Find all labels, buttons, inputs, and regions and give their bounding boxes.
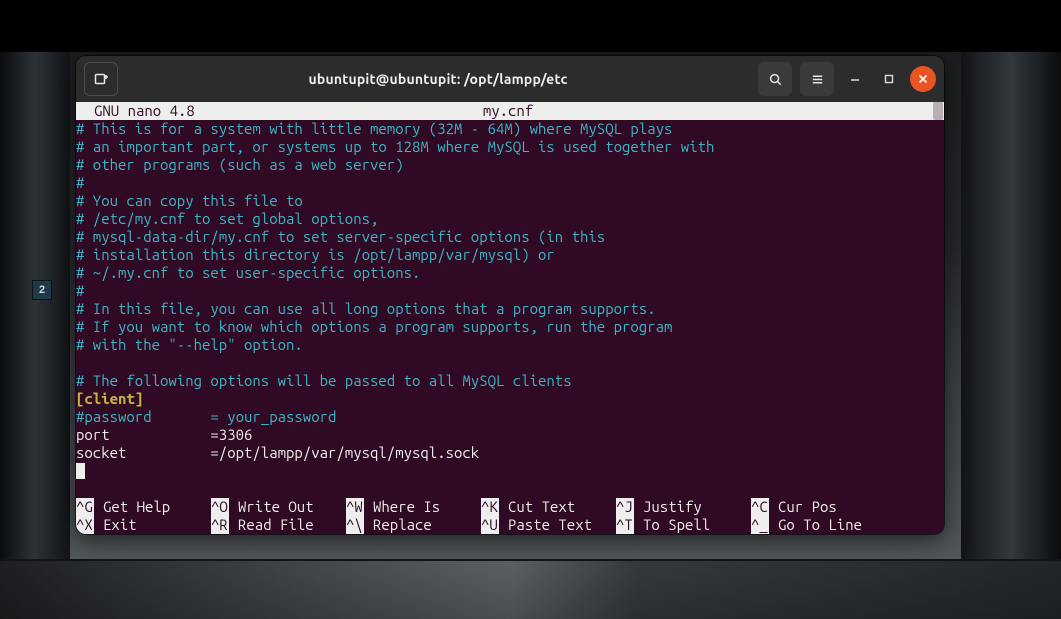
shortcut-to-spell[interactable]: ^TTo Spell [616, 516, 751, 534]
text-cursor [76, 463, 85, 479]
editor-line: port =3306 [76, 426, 944, 444]
shortcut-row: ^GGet Help ^OWrite Out ^WWhere Is ^KCut … [76, 498, 944, 516]
scrollbar[interactable] [933, 102, 943, 534]
wallpaper-pillar [0, 52, 70, 561]
wallpaper-sign: 2 [32, 280, 52, 300]
search-icon [768, 72, 783, 87]
window-title: ubuntupit@ubuntupit: /opt/lampp/etc [126, 71, 750, 87]
editor-line [76, 354, 944, 372]
titlebar: ubuntupit@ubuntupit: /opt/lampp/etc [76, 56, 944, 102]
terminal-body[interactable]: GNU nano 4.8 my.cnf # This is for a syste… [76, 102, 944, 534]
new-tab-button[interactable] [84, 62, 118, 96]
nano-shortcut-bar: ^GGet Help ^OWrite Out ^WWhere Is ^KCut … [76, 480, 944, 534]
search-button[interactable] [758, 62, 792, 96]
editor-line: # other programs (such as a web server) [76, 156, 944, 174]
nano-header: GNU nano 4.8 my.cnf [76, 102, 944, 120]
editor-line: # ~/.my.cnf to set user-specific options… [76, 264, 944, 282]
editor-line: # with the "--help" option. [76, 336, 944, 354]
minimize-button[interactable] [842, 66, 868, 92]
editor-line: #password = your_password [76, 408, 944, 426]
minimize-icon [850, 74, 860, 84]
maximize-icon [884, 74, 894, 84]
nano-filename: my.cnf [483, 102, 533, 120]
shortcut-read-file[interactable]: ^RRead File [211, 516, 346, 534]
editor-line: # If you want to know which options a pr… [76, 318, 944, 336]
editor-line: # mysql-data-dir/my.cnf to set server-sp… [76, 228, 944, 246]
menu-button[interactable] [800, 62, 834, 96]
wallpaper-pillar [961, 52, 1061, 561]
terminal-window: ubuntupit@ubuntupit: /opt/lampp/etc [76, 56, 944, 534]
editor-content[interactable]: # This is for a system with little memor… [76, 120, 944, 480]
editor-line: [client] [76, 390, 944, 408]
wallpaper-ledge [0, 559, 1061, 567]
shortcut-cur-pos[interactable]: ^CCur Pos [751, 498, 944, 516]
editor-line: # /etc/my.cnf to set global options, [76, 210, 944, 228]
shortcut-get-help[interactable]: ^GGet Help [76, 498, 211, 516]
new-tab-icon [93, 71, 109, 87]
hamburger-icon [810, 72, 825, 87]
shortcut-cut-text[interactable]: ^KCut Text [481, 498, 616, 516]
shortcut-replace[interactable]: ^\Replace [346, 516, 481, 534]
editor-line: # an important part, or systems up to 12… [76, 138, 944, 156]
shortcut-write-out[interactable]: ^OWrite Out [211, 498, 346, 516]
editor-line: # In this file, you can use all long opt… [76, 300, 944, 318]
editor-line: # [76, 282, 944, 300]
editor-line: socket =/opt/lampp/var/mysql/mysql.sock [76, 444, 944, 462]
editor-line: # [76, 174, 944, 192]
shortcut-exit[interactable]: ^XExit [76, 516, 211, 534]
editor-line: # This is for a system with little memor… [76, 120, 944, 138]
close-button[interactable] [910, 66, 936, 92]
editor-cursor-line [76, 462, 944, 480]
nano-app-name: GNU nano 4.8 [94, 102, 195, 120]
maximize-button[interactable] [876, 66, 902, 92]
shortcut-go-to-line[interactable]: ^_Go To Line [751, 516, 944, 534]
shortcut-where-is[interactable]: ^WWhere Is [346, 498, 481, 516]
editor-line: # The following options will be passed t… [76, 372, 944, 390]
shortcut-justify[interactable]: ^JJustify [616, 498, 751, 516]
scrollbar-thumb[interactable] [933, 102, 943, 120]
close-icon [918, 74, 928, 84]
editor-line: # installation this directory is /opt/la… [76, 246, 944, 264]
editor-line: # You can copy this file to [76, 192, 944, 210]
shortcut-paste-text[interactable]: ^UPaste Text [481, 516, 616, 534]
shortcut-row: ^XExit ^RRead File ^\Replace ^UPaste Tex… [76, 516, 944, 534]
